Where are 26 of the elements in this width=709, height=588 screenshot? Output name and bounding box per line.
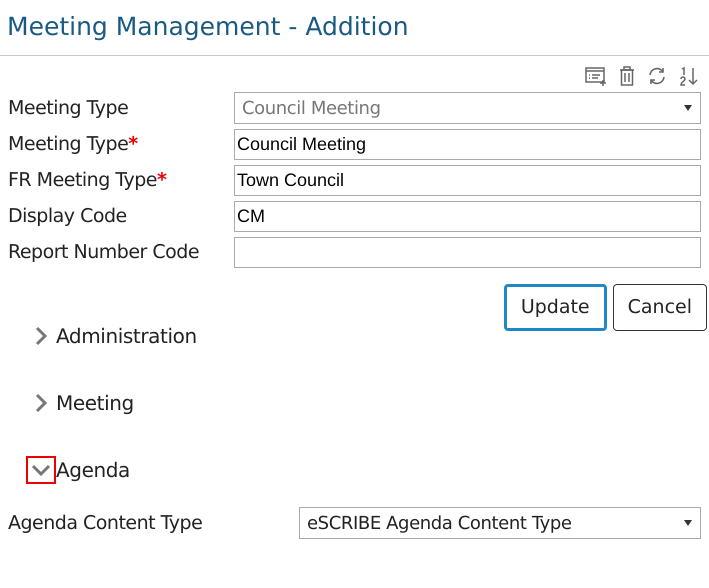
sort-icon[interactable] — [679, 66, 699, 86]
refresh-icon[interactable] — [647, 66, 667, 86]
section-heading[interactable]: Agenda — [56, 454, 130, 484]
chevron-down-icon[interactable] — [26, 456, 56, 484]
field-label: Report Number Code — [8, 240, 200, 265]
field-label: Agenda Content Type — [8, 510, 202, 536]
section-heading[interactable]: Meeting — [56, 388, 134, 418]
dropdown-caret-icon — [684, 105, 692, 111]
text-field[interactable]: Council Meeting — [234, 128, 701, 160]
list-add-icon[interactable] — [585, 66, 607, 86]
section-heading[interactable]: Administration — [56, 320, 197, 350]
dropdown-caret-icon — [684, 520, 692, 526]
text-field[interactable]: CM — [234, 200, 701, 232]
field-label: Meeting Type — [8, 132, 128, 157]
page-title: Meeting Management - Addition — [0, 0, 709, 56]
required-asterisk: * — [128, 132, 138, 157]
text-field[interactable] — [234, 236, 701, 268]
text-field[interactable]: Town Council — [234, 164, 701, 196]
field-label: FR Meeting Type — [8, 168, 157, 193]
field-label: Display Code — [8, 204, 127, 229]
trash-icon[interactable] — [619, 66, 635, 86]
update-button[interactable]: Update — [504, 284, 607, 331]
required-asterisk: * — [156, 168, 166, 193]
field-label: Meeting Type — [8, 96, 128, 121]
cancel-button[interactable]: Cancel — [612, 284, 707, 331]
dropdown[interactable]: eSCRIBE Agenda Content Type — [299, 507, 701, 539]
